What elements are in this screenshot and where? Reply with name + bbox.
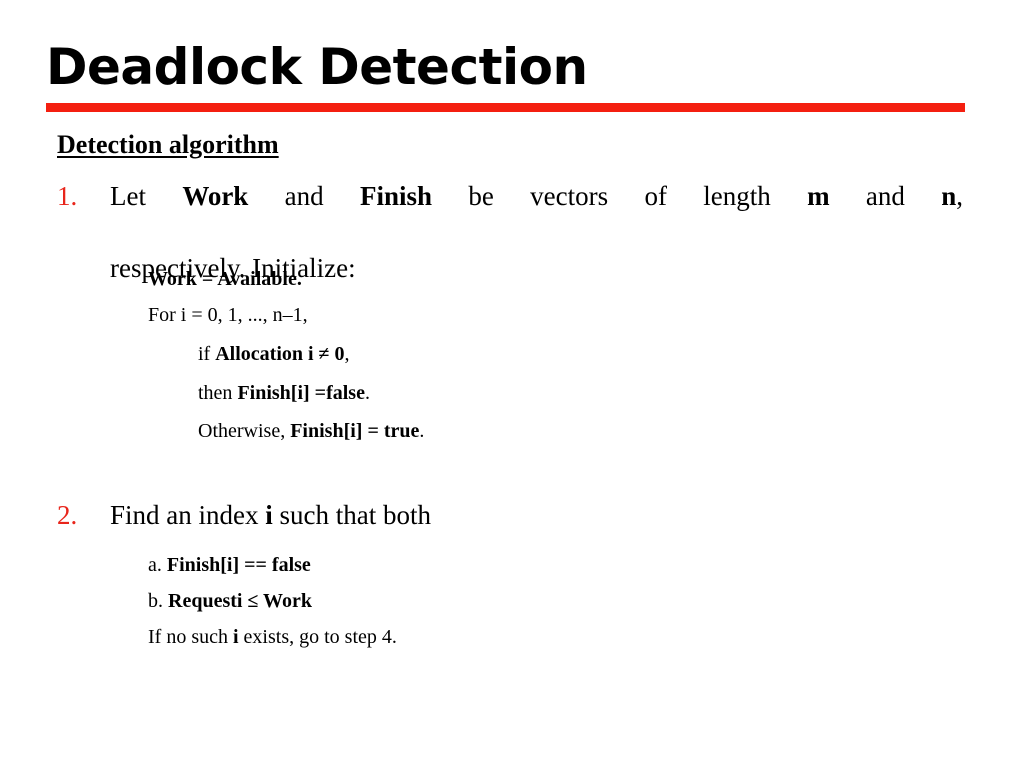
term-finish-false: Finish[i] =false [237, 382, 365, 404]
text-run: be vectors of length [432, 181, 808, 211]
text-run: if [198, 343, 216, 365]
text-run: and [248, 181, 360, 211]
subline-otherwise-branch: Otherwise, Finish[i] = true. [198, 416, 424, 446]
term-m: m [807, 181, 830, 211]
subline-text: For i = 0, 1, ..., n–1, [148, 304, 308, 326]
step-number: 1. [57, 181, 78, 211]
subline-if-condition: if Allocation i ≠ 0, [198, 339, 350, 369]
term-i: i [265, 500, 273, 530]
condition-text: Requesti ≤ Work [168, 590, 312, 612]
text-run: such that both [272, 500, 431, 530]
step-line-1: Let Work and Finish be vectors of length… [110, 181, 963, 247]
step-text: Find an index i such that both [110, 497, 963, 533]
subline-work-assign: Work = Available. [148, 264, 302, 294]
item-label: b. [148, 590, 168, 612]
subline-text: Work = Available. [148, 268, 302, 290]
subline-condition-b: b. Requesti ≤ Work [148, 586, 312, 616]
step-number: 2. [57, 500, 78, 530]
text-run: Otherwise, [198, 420, 291, 442]
subline-then-branch: then Finish[i] =false. [198, 378, 370, 408]
text-run: exists, go to step 4. [238, 626, 397, 648]
term-work: Work [182, 181, 249, 211]
section-heading: Detection algorithm [57, 130, 279, 159]
term-finish: Finish [359, 181, 433, 211]
text-run: Find an index [110, 500, 266, 530]
term-n: n [941, 181, 957, 211]
text-run: . [364, 382, 370, 404]
text-run: . [419, 420, 425, 442]
subline-condition-a: a. Finish[i] == false [148, 550, 311, 580]
text-run: If no such [148, 626, 233, 648]
item-label: a. [148, 554, 167, 576]
list-item: 2. Find an index i such that both [57, 497, 963, 533]
subline-for-loop: For i = 0, 1, ..., n–1, [148, 300, 308, 330]
text-run: , [344, 343, 350, 365]
term-allocation: Allocation i ≠ 0 [215, 343, 345, 365]
page-title: Deadlock Detection [46, 38, 588, 96]
text-run: and [829, 181, 942, 211]
text-run: , [956, 181, 963, 211]
title-underline-rule [46, 103, 965, 112]
subline-no-index-found: If no such i exists, go to step 4. [148, 622, 397, 652]
condition-text: Finish[i] == false [166, 554, 311, 576]
text-run: then [198, 382, 238, 404]
term-finish-true: Finish[i] = true [290, 420, 420, 442]
text-run: Let [110, 181, 183, 211]
